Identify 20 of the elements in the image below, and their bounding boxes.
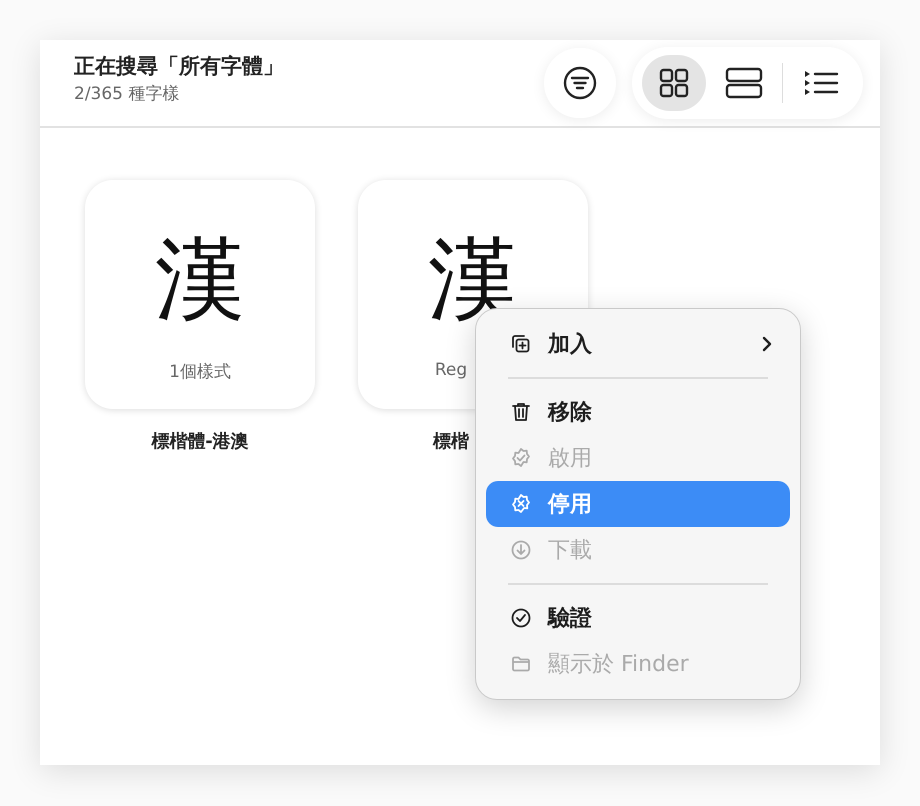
font-count: 2/365 種字樣	[74, 82, 180, 104]
trash-icon	[510, 401, 532, 423]
search-title: 正在搜尋「所有字體」	[74, 52, 284, 80]
download-icon	[510, 539, 532, 561]
font-card[interactable]: 漢 1個樣式	[85, 180, 315, 409]
add-to-collection-icon	[510, 333, 532, 355]
menu-item[interactable]: 驗證	[486, 595, 790, 641]
font-name: 標楷	[433, 430, 469, 453]
filter-icon	[563, 66, 597, 100]
badge-check-icon	[510, 447, 532, 469]
font-sample: 漢	[155, 235, 245, 325]
badge-x-icon	[510, 493, 532, 515]
style-count: Reg	[434, 360, 468, 380]
check-circle-icon	[510, 607, 532, 629]
style-count: 1個樣式	[169, 361, 231, 383]
grid-view-button[interactable]	[642, 55, 706, 111]
font-name: 標楷體-港澳	[151, 430, 249, 453]
list-icon	[802, 68, 840, 98]
grid-icon	[657, 66, 691, 100]
rows-icon	[724, 66, 764, 100]
